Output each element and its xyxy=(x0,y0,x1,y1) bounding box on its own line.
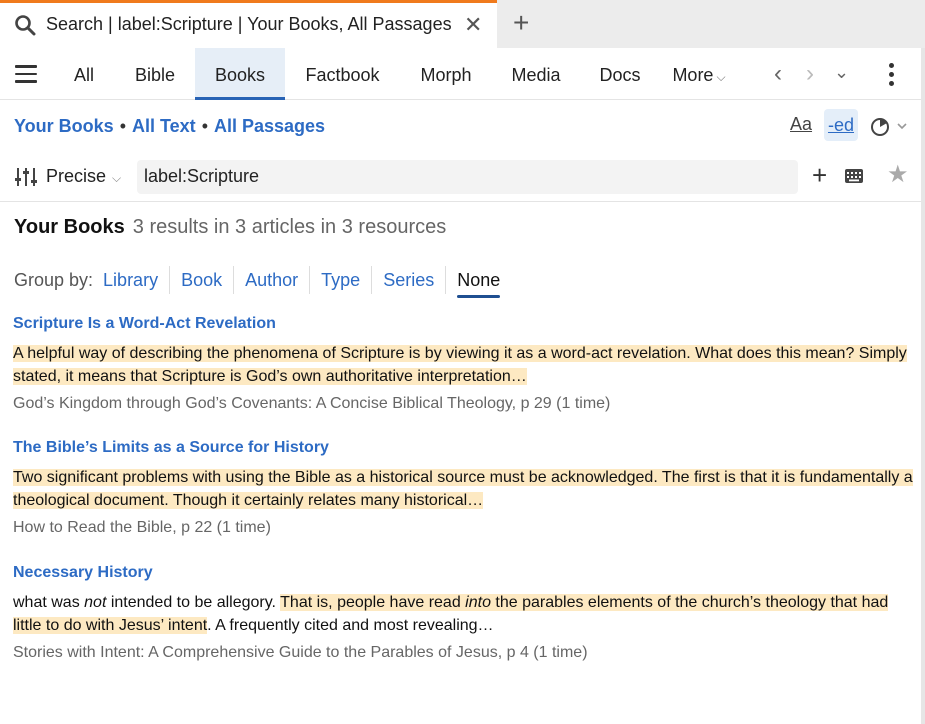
more-label: More xyxy=(672,65,714,85)
tab-factbook[interactable]: Factbook xyxy=(295,48,390,100)
group-by-none[interactable]: None xyxy=(445,266,511,298)
group-by-book[interactable]: Book xyxy=(169,266,233,294)
result-source[interactable]: How to Read the Bible, p 22 (1 time) xyxy=(13,519,913,537)
group-by-library[interactable]: Library xyxy=(103,266,169,294)
back-arrow-icon[interactable]: ‹ xyxy=(774,61,782,87)
result-snippet[interactable]: A helpful way of describing the phenomen… xyxy=(13,342,913,388)
forward-arrow-icon[interactable]: › xyxy=(806,61,814,87)
snippet-highlight-text: That is, people have read xyxy=(280,594,466,611)
result-source[interactable]: God’s Kingdom through God’s Covenants: A… xyxy=(13,395,913,413)
search-result: Necessary History what was not intended … xyxy=(13,564,913,662)
match-mode-label: Precise xyxy=(46,166,107,186)
group-by-type[interactable]: Type xyxy=(309,266,371,294)
passage-scope-link[interactable]: All Passages xyxy=(214,116,325,136)
tab-title: Search | label:Scripture | Your Books, A… xyxy=(46,14,452,34)
search-tab[interactable]: Search | label:Scripture | Your Books, A… xyxy=(0,0,497,48)
inflected-forms-toggle[interactable]: -ed xyxy=(824,109,858,141)
tab-bible[interactable]: Bible xyxy=(122,48,188,100)
snippet-emphasis: not xyxy=(84,594,107,611)
result-snippet[interactable]: Two significant problems with using the … xyxy=(13,466,913,512)
keyboard-icon[interactable] xyxy=(845,169,863,183)
result-title-link[interactable]: Necessary History xyxy=(13,564,913,582)
window-edge xyxy=(921,48,925,724)
group-by-label: Group by: xyxy=(14,269,94,290)
tab-morph[interactable]: Morph xyxy=(409,48,483,100)
result-source[interactable]: Stories with Intent: A Comprehensive Gui… xyxy=(13,644,913,662)
search-options-icon[interactable] xyxy=(14,166,38,188)
match-mode-dropdown[interactable]: Precise ⌵ xyxy=(46,166,121,187)
new-tab-icon[interactable]: + xyxy=(513,8,529,38)
tab-books[interactable]: Books xyxy=(195,48,285,100)
close-tab-icon[interactable]: ✕ xyxy=(464,13,482,37)
history-chevron-icon[interactable]: ⌄ xyxy=(834,59,849,85)
result-snippet[interactable]: what was not intended to be allegory. Th… xyxy=(13,591,913,637)
tab-docs[interactable]: Docs xyxy=(590,48,650,100)
snippet-highlight: A helpful way of describing the phenomen… xyxy=(13,345,907,385)
tab-all[interactable]: All xyxy=(62,48,106,100)
results-count: 3 results in 3 articles in 3 resources xyxy=(132,216,447,238)
tab-media[interactable]: Media xyxy=(501,48,571,100)
favorite-star-icon[interactable]: ★ xyxy=(887,161,909,189)
scope-row: Your Books • All Text • All Passages Aa -ed xyxy=(0,100,921,152)
collection-scope-link[interactable]: Your Books xyxy=(14,116,114,136)
search-row: Precise ⌵ label:Scripture + ★ xyxy=(0,152,921,202)
font-settings-icon[interactable]: Aa xyxy=(790,114,812,135)
hamburger-menu-icon[interactable] xyxy=(15,65,37,83)
result-title-link[interactable]: The Bible’s Limits as a Source for Histo… xyxy=(13,439,913,457)
search-input[interactable]: label:Scripture xyxy=(137,160,798,194)
results-heading: Your Books xyxy=(14,216,125,238)
scope-breadcrumb: Your Books • All Text • All Passages xyxy=(14,116,326,136)
group-by-bar: Group by: Library Book Author Type Serie… xyxy=(14,264,511,298)
chevron-down-icon: ⌵ xyxy=(716,70,726,84)
add-search-term-icon[interactable]: + xyxy=(812,161,827,189)
snippet-text: . A frequently cited and most revealing… xyxy=(207,617,494,634)
group-by-series[interactable]: Series xyxy=(371,266,445,294)
text-scope-link[interactable]: All Text xyxy=(132,116,196,136)
timer-icon[interactable] xyxy=(870,114,910,138)
more-menu[interactable]: More ⌵ xyxy=(668,48,730,100)
group-by-author[interactable]: Author xyxy=(233,266,309,294)
more-options-icon[interactable] xyxy=(889,63,895,86)
search-result: Scripture Is a Word-Act Revelation A hel… xyxy=(13,315,913,413)
chevron-down-icon: ⌵ xyxy=(112,171,122,185)
search-result: The Bible’s Limits as a Source for Histo… xyxy=(13,439,913,537)
result-title-link[interactable]: Scripture Is a Word-Act Revelation xyxy=(13,315,913,333)
tab-strip: Search | label:Scripture | Your Books, A… xyxy=(0,0,925,48)
results-summary: Your Books 3 results in 3 articles in 3 r… xyxy=(14,216,446,239)
search-icon xyxy=(15,15,36,36)
search-kind-nav: All Bible Books Factbook Morph Media Doc… xyxy=(0,48,921,100)
snippet-highlight: Two significant problems with using the … xyxy=(13,469,913,509)
snippet-text: what was xyxy=(13,594,85,611)
snippet-highlight-emphasis: into xyxy=(465,594,491,611)
snippet-text: intended to be allegory. xyxy=(106,594,281,611)
